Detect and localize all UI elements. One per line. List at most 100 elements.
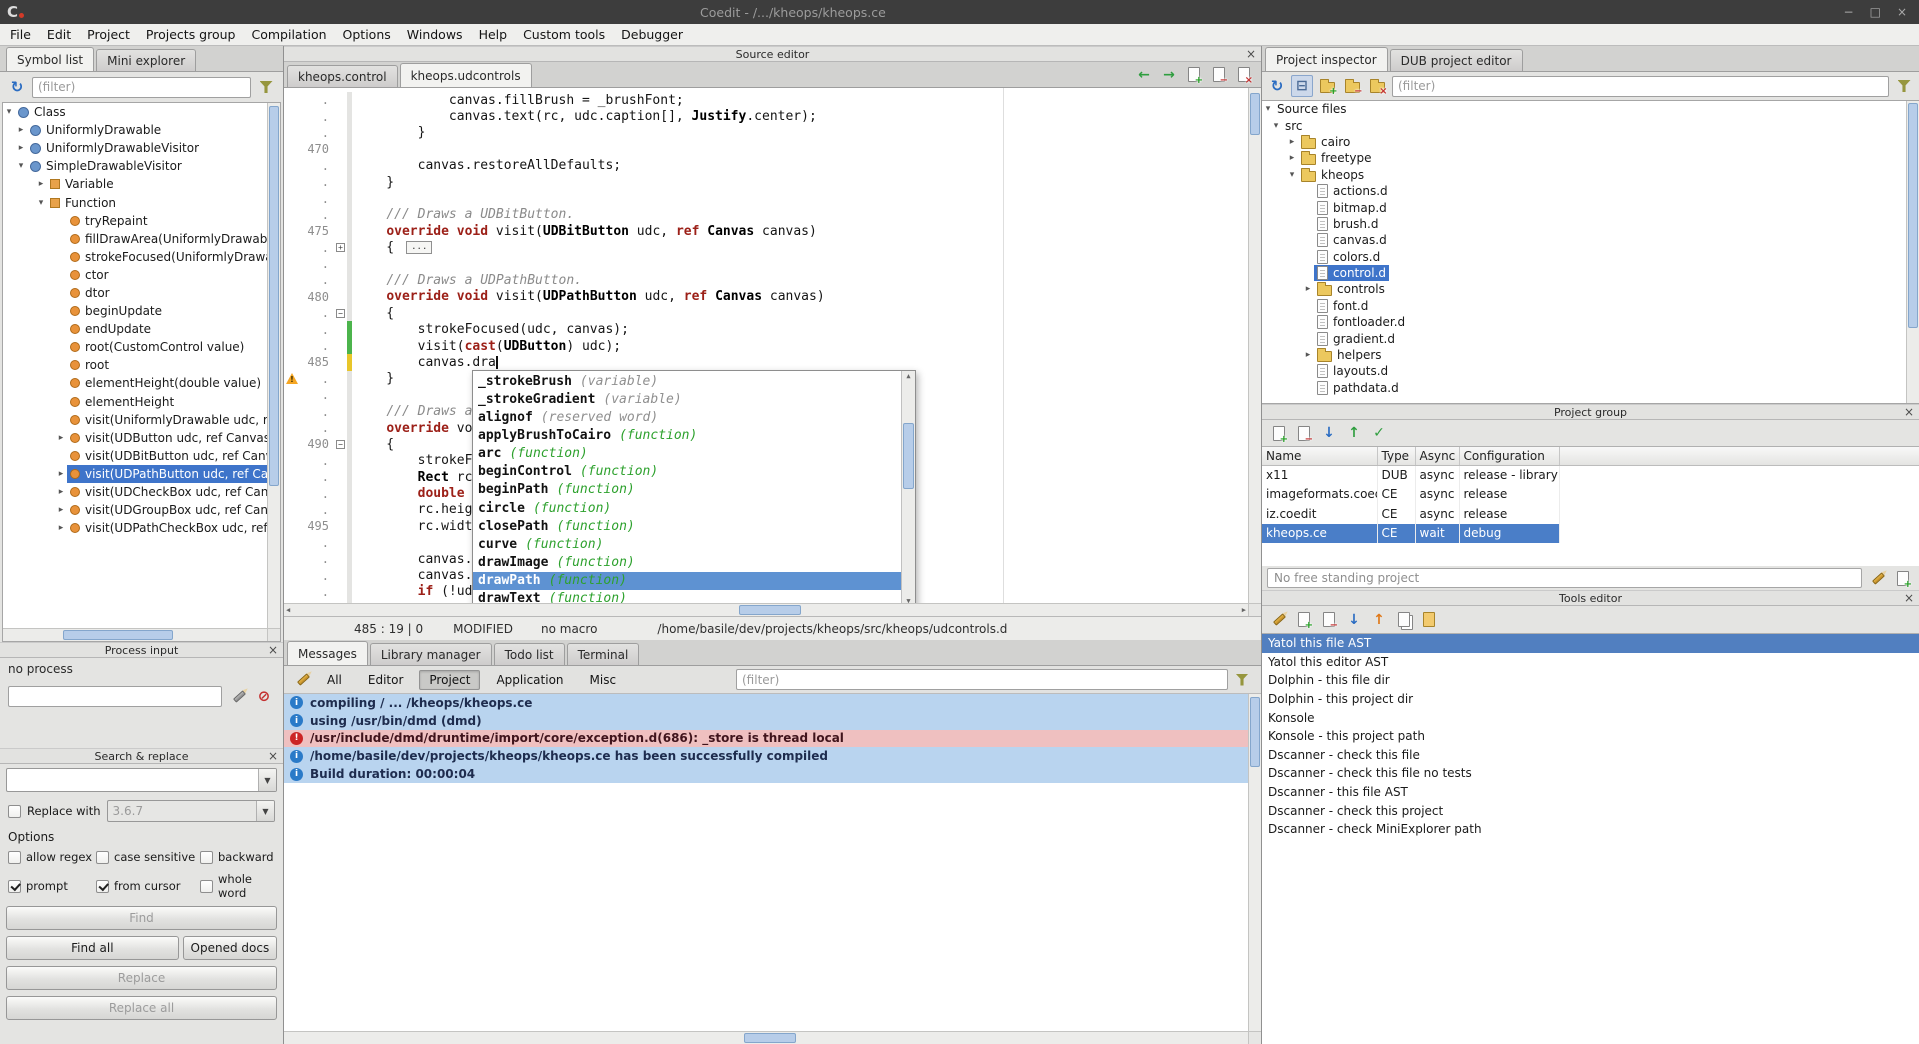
send-icon[interactable]	[228, 685, 250, 707]
code-line[interactable]: . canvas.fillBrush = _brushFont;	[284, 92, 1248, 108]
scrollbar[interactable]: ◀ ▶	[284, 603, 1248, 616]
scrollbar-thumb[interactable]	[744, 1033, 796, 1043]
clear-icon[interactable]	[292, 669, 314, 691]
doc-remove-icon[interactable]: −	[1318, 609, 1340, 631]
scroll-right-icon[interactable]: ▶	[1242, 607, 1246, 614]
editor-tab-kheops-control[interactable]: kheops.control	[287, 65, 398, 87]
symbol-tree-item[interactable]: ▸visit(UDPathCheckBox udc, ref Can	[3, 519, 280, 537]
expander-closed-icon[interactable]: ▸	[55, 523, 67, 533]
funnel-icon[interactable]	[255, 76, 277, 98]
doc-add-icon[interactable]: +	[1268, 422, 1290, 444]
tool-item[interactable]: Dscanner - check this file	[1262, 746, 1919, 765]
close-icon[interactable]: ×	[1904, 591, 1914, 606]
file-tree-item[interactable]: canvas.d	[1262, 232, 1919, 248]
fold-gutter[interactable]: −	[334, 440, 347, 449]
symbol-tree-item[interactable]: visit(UDBitButton udc, ref Canvas c	[3, 447, 280, 465]
arrow-down-icon[interactable]: ↓	[1343, 609, 1365, 631]
code-line[interactable]: . }	[284, 174, 1248, 190]
find-all-button[interactable]: Find all	[6, 936, 179, 960]
completion-item[interactable]: beginPath(function)	[473, 481, 901, 499]
menu-projects-group[interactable]: Projects group	[138, 25, 244, 44]
symbol-tree-item[interactable]: root	[3, 356, 280, 374]
tool-item[interactable]: Dscanner - check this project	[1262, 801, 1919, 820]
file-tree-item[interactable]: ▾src	[1262, 117, 1919, 133]
symbol-tree-item[interactable]: ▸Variable	[3, 175, 280, 193]
project-row[interactable]: imageformats.coeditCEasyncrelease	[1262, 485, 1559, 505]
file-tree-item[interactable]: bitmap.d	[1262, 199, 1919, 215]
expander-closed-icon[interactable]: ▸	[55, 433, 67, 443]
symbol-tree-item[interactable]: fillDrawArea(UniformlyDrawable ud	[3, 230, 280, 248]
column-header-type[interactable]: Type	[1377, 447, 1415, 465]
funnel-icon[interactable]	[1231, 669, 1253, 691]
message-row[interactable]: !/usr/include/dmd/druntime/import/core/e…	[284, 730, 1248, 748]
symbol-tree-item[interactable]: ▸UniformlyDrawableVisitor	[3, 139, 280, 157]
replace-all-button[interactable]: Replace all	[6, 996, 277, 1020]
completion-item[interactable]: _strokeBrush(variable)	[473, 372, 901, 390]
file-tree-item[interactable]: control.d	[1262, 265, 1919, 281]
file-tree-item[interactable]: brush.d	[1262, 216, 1919, 232]
fold-gutter[interactable]: +	[334, 243, 347, 252]
symbol-tree-item[interactable]: endUpdate	[3, 320, 280, 338]
tab-mini-explorer[interactable]: Mini explorer	[96, 49, 196, 71]
checkbox-prompt[interactable]: prompt	[8, 872, 96, 900]
symbol-tree-item[interactable]: ▸visit(UDPathButton udc, ref Canvas	[3, 465, 280, 483]
file-tree-item[interactable]: pathdata.d	[1262, 380, 1919, 396]
code-line[interactable]: . /// Draws a UDPathButton.	[284, 272, 1248, 288]
funnel-icon[interactable]	[1893, 75, 1915, 97]
copy-icon[interactable]	[1393, 609, 1415, 631]
checkbox-from-cursor[interactable]: from cursor	[96, 872, 200, 900]
code-line[interactable]: . }	[284, 125, 1248, 141]
arrow-up-orange-icon[interactable]: ↑	[1368, 609, 1390, 631]
scrollbar-thumb[interactable]	[269, 106, 279, 486]
back-icon[interactable]: ←	[1133, 64, 1155, 86]
scrollbar-thumb[interactable]	[63, 630, 173, 640]
expander-closed-icon[interactable]: ▸	[55, 505, 67, 515]
refresh-icon[interactable]: ↻	[1266, 75, 1288, 97]
checkbox-case-sensitive[interactable]: case sensitive	[96, 850, 200, 864]
minimize-button[interactable]: −	[1844, 5, 1854, 19]
symbol-tree-item[interactable]: ▸UniformlyDrawable	[3, 121, 280, 139]
scrollbar-thumb[interactable]	[1250, 697, 1260, 767]
scrollbar[interactable]: ▲ ▼	[901, 371, 915, 607]
pencil-icon[interactable]	[1867, 567, 1889, 589]
menu-windows[interactable]: Windows	[399, 25, 471, 44]
check-icon[interactable]: ✓	[1368, 422, 1390, 444]
completion-item[interactable]: beginControl(function)	[473, 463, 901, 481]
symbol-tree-item[interactable]: tryRepaint	[3, 212, 280, 230]
expander-closed-icon[interactable]: ▸	[55, 469, 67, 479]
completion-item[interactable]: circle(function)	[473, 499, 901, 517]
doc-remove-icon[interactable]: −	[1208, 64, 1230, 86]
folder-remove-icon[interactable]: −	[1341, 75, 1363, 97]
cancel-icon[interactable]: ⊘	[253, 685, 275, 707]
tab-project-inspector[interactable]: Project inspector	[1265, 47, 1388, 71]
message-row[interactable]: iBuild duration: 00:00:04	[284, 765, 1248, 783]
completion-item[interactable]: applyBrushToCairo(function)	[473, 426, 901, 444]
doc-add-icon[interactable]: +	[1892, 567, 1914, 589]
expander-open-icon[interactable]: ▾	[1262, 104, 1274, 114]
code-line[interactable]: .	[284, 256, 1248, 272]
menu-edit[interactable]: Edit	[39, 25, 79, 44]
expander-open-icon[interactable]: ▾	[1286, 170, 1298, 180]
code-line[interactable]: . canvas.restoreAllDefaults;	[284, 158, 1248, 174]
code-line[interactable]: . visit(cast(UDButton) udc);	[284, 338, 1248, 354]
expander-open-icon[interactable]: ▾	[3, 107, 15, 117]
code-line[interactable]: . /// Draws a UDBitButton.	[284, 207, 1248, 223]
scrollbar[interactable]	[1906, 101, 1919, 403]
symbol-tree-item[interactable]: dtor	[3, 284, 280, 302]
completion-item[interactable]: drawPath(function)	[473, 572, 901, 590]
symbol-tree-item[interactable]: ▸visit(UDButton udc, ref Canvas can	[3, 429, 280, 447]
code-line[interactable]: 480 override void visit(UDPathButton udc…	[284, 289, 1248, 305]
completion-item[interactable]: arc(function)	[473, 445, 901, 463]
find-button[interactable]: Find	[6, 906, 277, 930]
message-row[interactable]: i/home/basile/dev/projects/kheops/kheops…	[284, 747, 1248, 765]
expander-open-icon[interactable]: ▾	[1270, 121, 1282, 131]
doc-run-icon[interactable]	[1418, 609, 1440, 631]
symbol-tree-item[interactable]: ▸visit(UDGroupBox udc, ref Canvas c	[3, 501, 280, 519]
scrollbar-thumb[interactable]	[739, 605, 801, 615]
project-row[interactable]: x11DUBasyncrelease - library	[1262, 465, 1559, 485]
project-row[interactable]: kheops.ceCEwaitdebug	[1262, 524, 1559, 544]
expander-closed-icon[interactable]: ▸	[55, 487, 67, 497]
file-tree-item[interactable]: fontloader.d	[1262, 314, 1919, 330]
message-row[interactable]: icompiling / ... /kheops/kheops.ce	[284, 694, 1248, 712]
completion-item[interactable]: curve(function)	[473, 535, 901, 553]
